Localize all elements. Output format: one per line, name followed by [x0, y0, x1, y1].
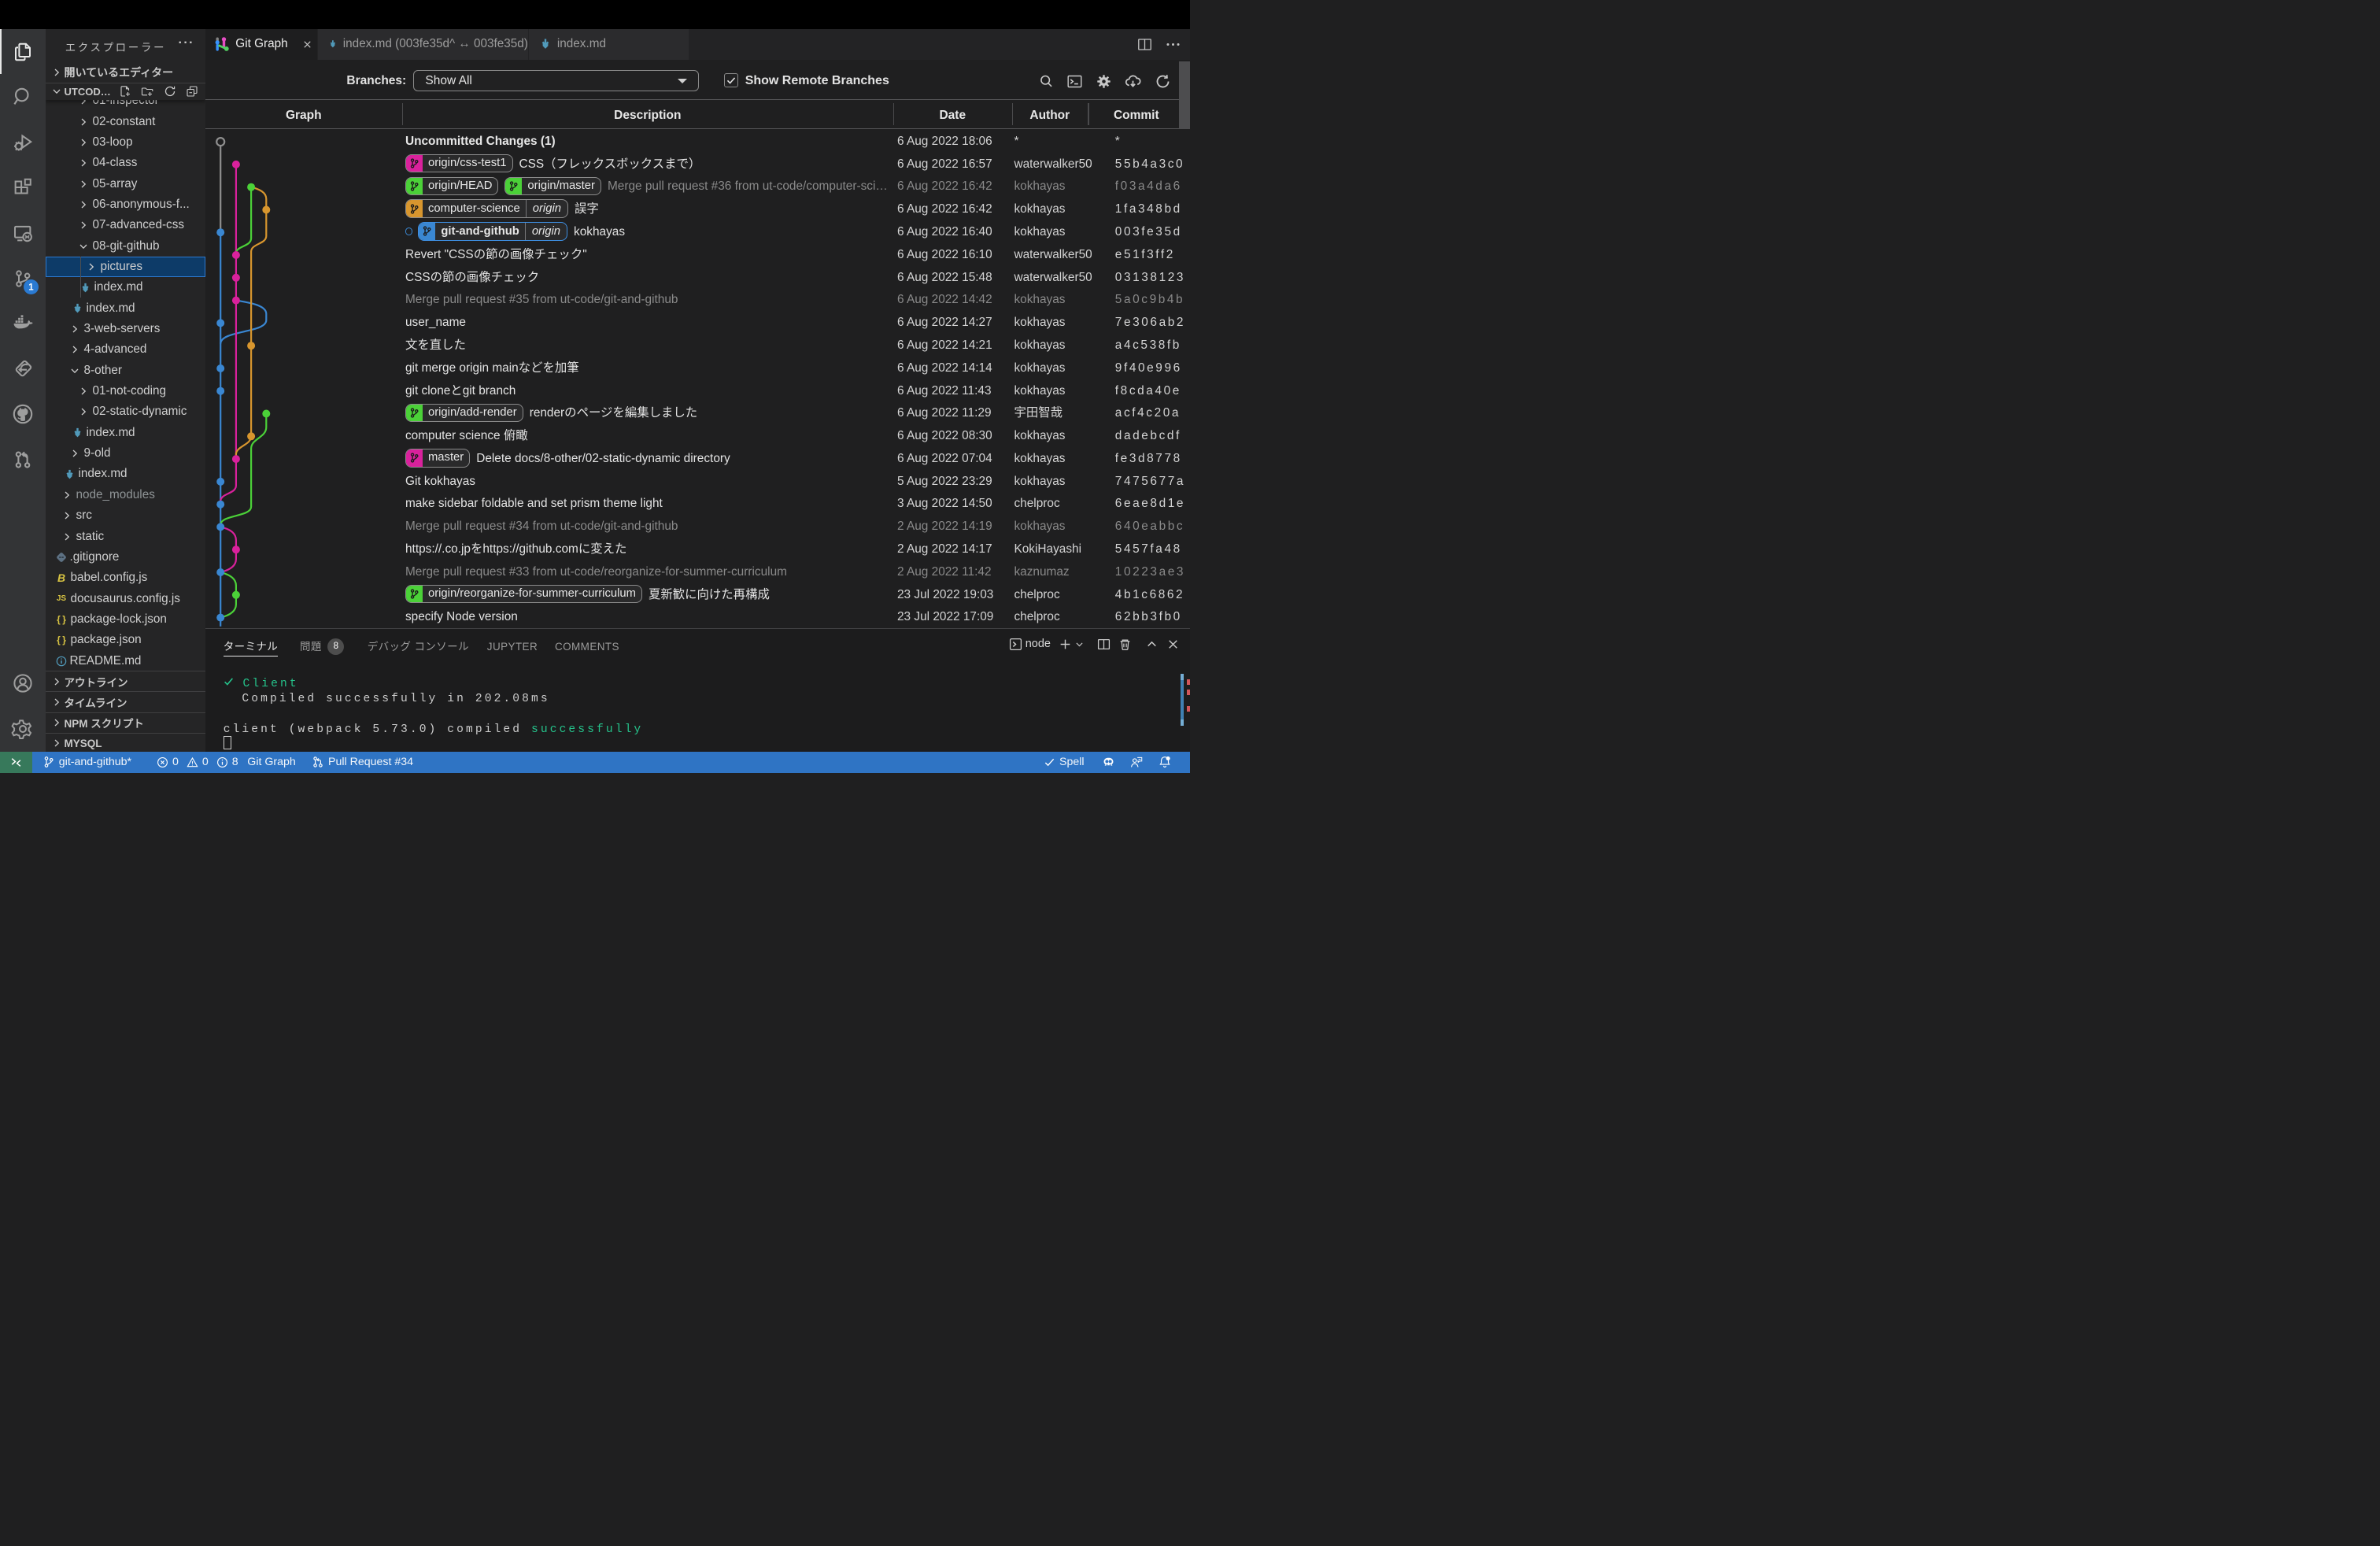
svg-text:1: 1 [28, 283, 34, 292]
